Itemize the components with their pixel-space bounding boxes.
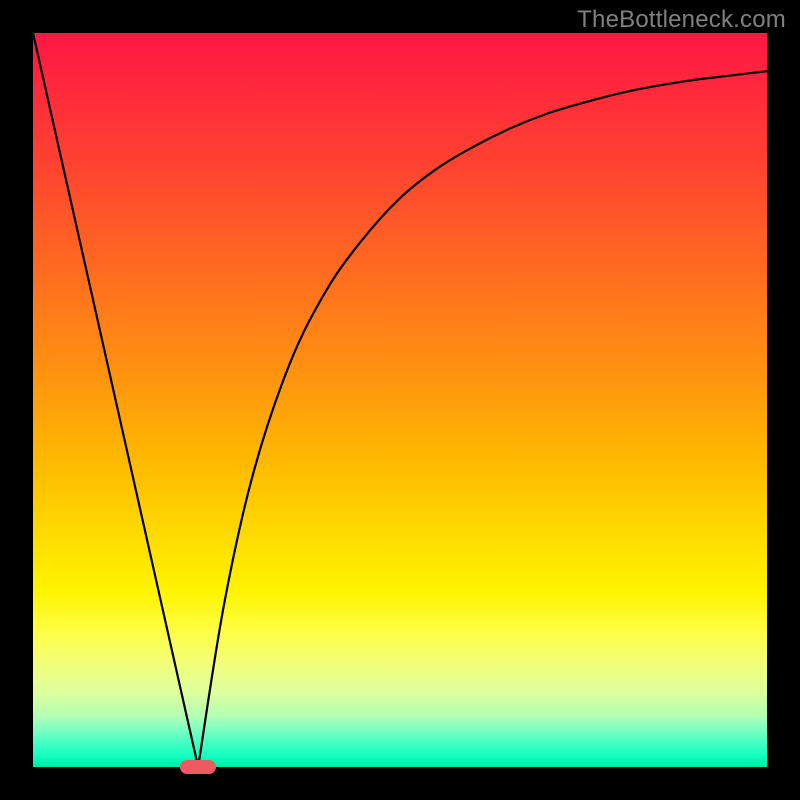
curve-path (33, 33, 767, 767)
chart-frame: TheBottleneck.com (0, 0, 800, 800)
minimum-marker (180, 760, 217, 774)
watermark-label: TheBottleneck.com (577, 6, 786, 34)
plot-area (33, 33, 767, 767)
bottleneck-curve (33, 33, 767, 767)
